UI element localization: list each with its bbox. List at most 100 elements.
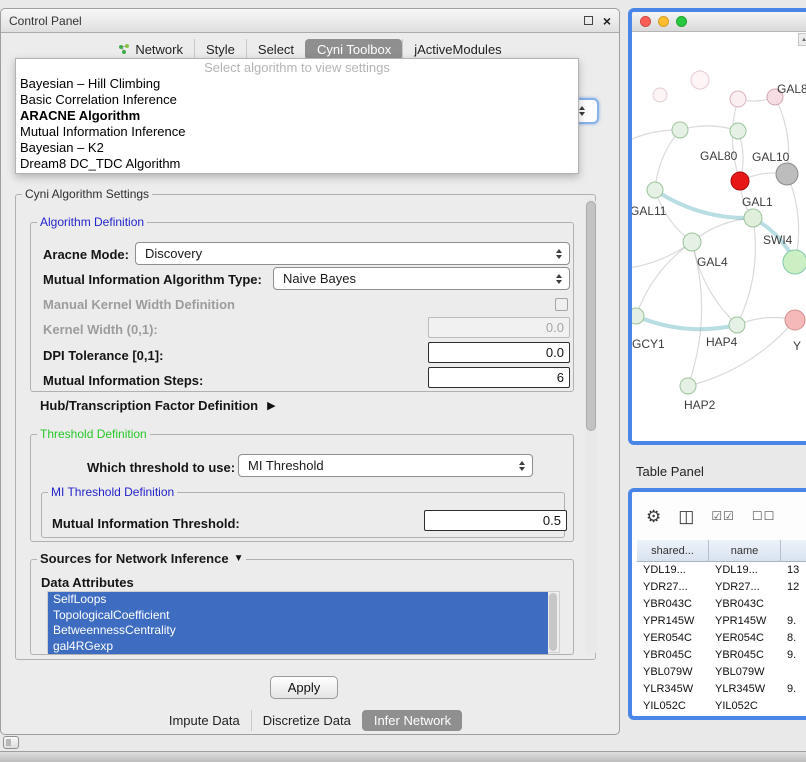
desktop: Control Panel × NetworkStyleSelectCyni T… bbox=[0, 0, 806, 762]
table-row[interactable]: YBR043CYBR043C bbox=[637, 596, 806, 613]
network-edge[interactable] bbox=[632, 242, 692, 270]
scrollbar-thumb[interactable] bbox=[586, 201, 596, 431]
tab-discretize-data[interactable]: Discretize Data bbox=[251, 710, 362, 731]
network-canvas[interactable]: GAL8GAL80GAL10GAL11GAL1SWI4GAL4GCY1HAP4Y… bbox=[632, 32, 806, 441]
column-header-3[interactable] bbox=[781, 540, 806, 562]
table-row[interactable]: YDL19...YDL19...13 bbox=[637, 562, 806, 579]
scrollbar-thumb[interactable] bbox=[549, 593, 557, 651]
panel-toggle-icon[interactable] bbox=[3, 736, 19, 749]
settings-scrollbar[interactable] bbox=[585, 199, 597, 655]
tab-style[interactable]: Style bbox=[194, 39, 246, 60]
table-cell: YBR045C bbox=[709, 647, 781, 664]
network-node[interactable] bbox=[731, 172, 749, 190]
network-node[interactable] bbox=[776, 163, 798, 185]
network-node[interactable] bbox=[730, 91, 746, 107]
column-header-1[interactable]: shared... bbox=[637, 540, 709, 562]
manual-kernel-width-checkbox[interactable] bbox=[555, 298, 568, 311]
table-row[interactable]: YER054CYER054C8. bbox=[637, 630, 806, 647]
network-node[interactable] bbox=[729, 317, 745, 333]
tab-impute-data[interactable]: Impute Data bbox=[158, 710, 251, 731]
expand-arrow-icon[interactable]: ▶ bbox=[267, 399, 275, 412]
cyni-algorithm-settings-group: Cyni Algorithm Settings Algorithm Defini… bbox=[15, 194, 596, 660]
control-panel-titlebar[interactable]: Control Panel × bbox=[1, 9, 619, 33]
zoom-traffic-light-button[interactable] bbox=[676, 16, 687, 27]
tab-label: Discretize Data bbox=[263, 713, 351, 728]
close-traffic-light-button[interactable] bbox=[640, 16, 651, 27]
mi-threshold-definition-title: MI Threshold Definition bbox=[48, 485, 177, 499]
network-node[interactable] bbox=[783, 250, 806, 274]
network-edge[interactable] bbox=[692, 218, 753, 242]
network-node[interactable] bbox=[683, 233, 701, 251]
which-threshold-select[interactable]: MI Threshold bbox=[238, 454, 533, 477]
tab-select[interactable]: Select bbox=[246, 39, 305, 60]
table-row[interactable]: YBR045CYBR045C9. bbox=[637, 647, 806, 664]
attribute-item-selfloops[interactable]: SelfLoops bbox=[48, 592, 548, 608]
table-row[interactable]: YIL052CYIL052C bbox=[637, 698, 806, 715]
aracne-mode-select[interactable]: Discovery bbox=[135, 242, 570, 265]
network-edge[interactable] bbox=[737, 218, 755, 325]
network-window-titlebar[interactable] bbox=[632, 12, 806, 32]
table-row[interactable]: YDR27...YDR27...12 bbox=[637, 579, 806, 596]
dpi-tolerance-input[interactable] bbox=[428, 342, 570, 363]
combo-arrows-icon bbox=[556, 274, 562, 284]
network-node[interactable] bbox=[672, 122, 688, 138]
mi-threshold-input[interactable] bbox=[424, 510, 567, 531]
network-node[interactable] bbox=[647, 182, 663, 198]
column-chooser-icon[interactable]: ◫ bbox=[678, 508, 694, 525]
sources-section-header[interactable]: Sources for Network Inference ▼ bbox=[37, 551, 246, 566]
network-node[interactable] bbox=[730, 123, 746, 139]
hub-definition-section[interactable]: Hub/Transcription Factor Definition ▶ bbox=[40, 398, 276, 413]
algorithm-dropdown-popup: Select algorithm to view settings Bayesi… bbox=[15, 58, 579, 174]
data-attributes-list[interactable]: SelfLoopsTopologicalCoefficientBetweenne… bbox=[47, 591, 560, 653]
close-window-icon[interactable]: × bbox=[603, 14, 611, 28]
dock-edge bbox=[0, 751, 806, 762]
algorithm-option-bayesian-k2[interactable]: Bayesian – K2 bbox=[16, 140, 578, 156]
apply-button[interactable]: Apply bbox=[270, 676, 338, 699]
aracne-mode-value: Discovery bbox=[145, 246, 547, 261]
column-header-2[interactable]: name bbox=[709, 540, 781, 562]
attribute-item-betweennesscentrality[interactable]: BetweennessCentrality bbox=[48, 623, 548, 639]
table-cell: 12 bbox=[781, 579, 806, 596]
network-node[interactable] bbox=[744, 209, 762, 227]
select-all-rows-icon[interactable]: ☑☑ bbox=[711, 510, 735, 522]
collapse-arrow-icon[interactable]: ▼ bbox=[234, 553, 244, 564]
network-edge[interactable] bbox=[732, 99, 740, 181]
network-node[interactable] bbox=[785, 310, 805, 330]
attributes-scrollbar[interactable] bbox=[548, 592, 559, 652]
window-title: Control Panel bbox=[9, 14, 584, 28]
tab-network[interactable]: Network bbox=[107, 39, 194, 60]
deselect-all-rows-icon[interactable]: ☐☐ bbox=[752, 510, 776, 522]
network-node[interactable] bbox=[632, 308, 644, 324]
network-edge[interactable] bbox=[655, 130, 680, 190]
tab-infer-network[interactable]: Infer Network bbox=[362, 710, 462, 731]
attribute-item-gal4rgexp[interactable]: gal4RGexp bbox=[48, 639, 548, 655]
table-row[interactable]: YLR345WYLR345W9. bbox=[637, 681, 806, 698]
table-panel-window: ⚙◫☑☑☐☐ shared...name YDL19...YDL19...13Y… bbox=[628, 488, 806, 720]
table-cell: 9. bbox=[781, 681, 806, 698]
algorithm-option-basic-correlation-inference[interactable]: Basic Correlation Inference bbox=[16, 92, 578, 108]
mi-algorithm-type-select[interactable]: Naive Bayes bbox=[273, 267, 570, 290]
algorithm-option-dream8-dc-tdc-algorithm[interactable]: Dream8 DC_TDC Algorithm bbox=[16, 156, 578, 172]
table-row[interactable]: YBL079WYBL079W bbox=[637, 664, 806, 681]
node-label: SWI4 bbox=[763, 233, 793, 247]
network-edge[interactable] bbox=[680, 126, 738, 131]
minimize-traffic-light-button[interactable] bbox=[658, 16, 669, 27]
tab-cyni-toolbox[interactable]: Cyni Toolbox bbox=[305, 39, 402, 60]
network-node[interactable] bbox=[680, 378, 696, 394]
settings-gear-icon[interactable]: ⚙ bbox=[646, 508, 661, 525]
network-edge[interactable] bbox=[655, 190, 753, 218]
algorithm-option-aracne-algorithm[interactable]: ARACNE Algorithm bbox=[16, 108, 578, 124]
algorithm-option-bayesian-hill-climbing[interactable]: Bayesian – Hill Climbing bbox=[16, 76, 578, 92]
algorithm-option-mutual-information-inference[interactable]: Mutual Information Inference bbox=[16, 124, 578, 140]
node-label: GAL11 bbox=[632, 204, 667, 218]
attribute-item-topologicalcoefficient[interactable]: TopologicalCoefficient bbox=[48, 608, 548, 624]
float-window-icon[interactable] bbox=[584, 16, 593, 25]
node-label: HAP4 bbox=[706, 335, 738, 349]
network-edge[interactable] bbox=[636, 242, 692, 316]
table-row[interactable]: YPR145WYPR145W9. bbox=[637, 613, 806, 630]
combo-arrows-icon bbox=[579, 106, 585, 116]
tab-jactivemodules[interactable]: jActiveModules bbox=[402, 39, 512, 60]
mi-steps-input[interactable] bbox=[428, 367, 570, 388]
network-edge[interactable] bbox=[636, 316, 737, 329]
scroll-up-arrow[interactable]: ▲ bbox=[798, 33, 806, 46]
